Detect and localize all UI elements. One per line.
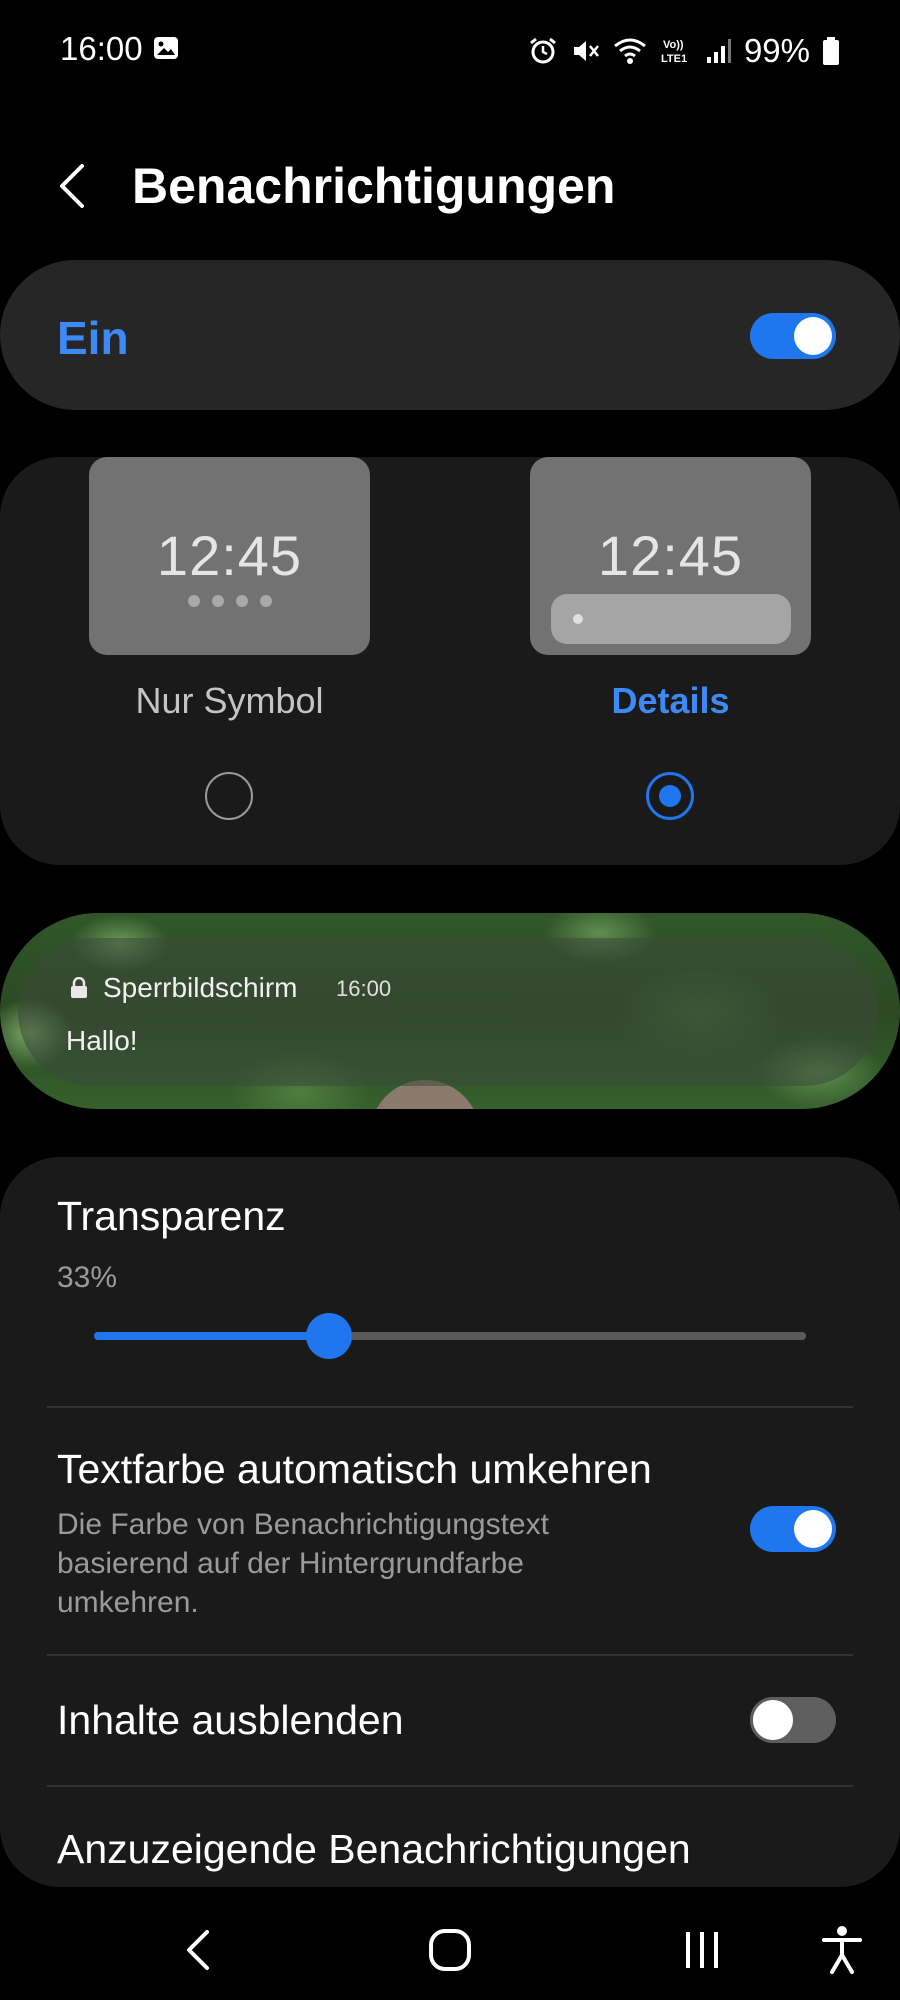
transparency-title: Transparenz bbox=[57, 1193, 286, 1239]
volte-icon: Vo)) LTE1 bbox=[661, 39, 687, 65]
transparency-slider-fill bbox=[94, 1332, 329, 1340]
invert-text-toggle[interactable] bbox=[750, 1506, 836, 1552]
notifications-to-show-title[interactable]: Anzuzeigende Benachrichtigungen bbox=[57, 1826, 691, 1873]
status-icons: Vo)) LTE1 99% bbox=[528, 30, 840, 72]
divider bbox=[47, 1654, 853, 1656]
master-switch-label: Ein bbox=[57, 312, 129, 364]
battery-percentage: 99% bbox=[743, 32, 810, 69]
preview-clock: 12:45 bbox=[156, 524, 303, 587]
notification-dots bbox=[89, 595, 370, 607]
hide-content-toggle[interactable] bbox=[750, 1697, 836, 1743]
back-button[interactable] bbox=[52, 160, 96, 212]
transparency-slider-thumb[interactable] bbox=[306, 1313, 352, 1359]
option-icon-only-label[interactable]: Nur Symbol bbox=[89, 680, 370, 722]
home-icon bbox=[429, 1929, 471, 1971]
hide-content-title[interactable]: Inhalte ausblenden bbox=[57, 1697, 404, 1744]
nav-back-button[interactable] bbox=[168, 1920, 228, 1980]
wifi-icon bbox=[614, 38, 646, 64]
alarm-icon bbox=[530, 37, 556, 64]
status-time: 16:00 bbox=[60, 30, 143, 67]
divider bbox=[47, 1406, 853, 1408]
preview-clock: 12:45 bbox=[597, 524, 744, 587]
notification-message: Hallo! bbox=[66, 1025, 138, 1056]
svg-text:Vo)): Vo)) bbox=[663, 39, 684, 51]
divider bbox=[47, 1785, 853, 1787]
invert-text-title[interactable]: Textfarbe automatisch umkehren bbox=[57, 1446, 652, 1493]
page-title: Benachrichtigungen bbox=[132, 158, 616, 214]
master-toggle[interactable] bbox=[750, 313, 836, 359]
option-details-label[interactable]: Details bbox=[530, 680, 811, 722]
recents-icon bbox=[686, 1932, 718, 1968]
transparency-value: 33% bbox=[57, 1261, 118, 1294]
nav-recents-button[interactable] bbox=[672, 1920, 732, 1980]
option-details-preview[interactable]: 12:45 bbox=[530, 457, 811, 655]
invert-text-subtitle-2: basierend auf der Hintergrundfarbe bbox=[57, 1547, 524, 1580]
radio-details[interactable] bbox=[646, 772, 694, 820]
option-icon-only-preview[interactable]: 12:45 bbox=[89, 457, 370, 655]
notification-preview-card bbox=[18, 938, 878, 1086]
invert-text-subtitle-3: umkehren. bbox=[57, 1586, 199, 1619]
svg-text:LTE1: LTE1 bbox=[661, 53, 687, 65]
battery-icon bbox=[823, 37, 839, 65]
signal-icon bbox=[706, 39, 731, 63]
radio-icon-only[interactable] bbox=[205, 772, 253, 820]
mute-icon bbox=[573, 41, 599, 61]
notification-pill bbox=[551, 594, 791, 644]
nav-accessibility-button[interactable] bbox=[812, 1920, 872, 1980]
notification-app-name: Sperrbildschirm bbox=[103, 972, 298, 1003]
nav-home-button[interactable] bbox=[420, 1920, 480, 1980]
back-icon bbox=[187, 1930, 209, 1970]
notification-time: 16:00 bbox=[336, 976, 392, 1001]
invert-text-subtitle-1: Die Farbe von Benachrichtigungstext bbox=[57, 1508, 549, 1541]
lock-icon bbox=[71, 977, 87, 998]
image-icon bbox=[154, 37, 178, 59]
accessibility-icon bbox=[822, 1926, 862, 1974]
